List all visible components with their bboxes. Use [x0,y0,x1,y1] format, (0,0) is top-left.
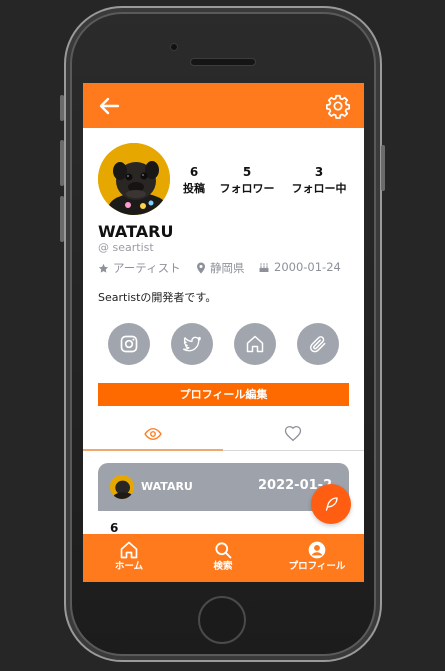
stat-posts-value: 6 [189,165,199,179]
stat-posts-label: 投稿 [183,182,205,195]
stat-posts[interactable]: 6 投稿 [164,165,224,196]
home-icon [120,541,138,559]
bottom-nav-bar: ホーム 検索 プロフィール [83,534,364,582]
active-tab-indicator [83,449,223,451]
tab-liked[interactable] [223,418,363,450]
profile-role-text: アーティスト [113,261,181,275]
post-count: 6 [110,521,119,535]
stat-following-value: 3 [314,165,324,179]
profile-username: WATARU [98,222,174,241]
link-button[interactable] [297,323,339,365]
search-icon [215,542,232,559]
phone-home-button[interactable] [198,596,246,644]
home-icon [246,335,264,353]
account-icon [308,541,326,559]
settings-gear-icon[interactable] [325,93,351,119]
volume-down-button [60,196,64,242]
instagram-icon [120,335,138,353]
nav-profile[interactable]: プロフィール [277,540,357,573]
profile-location-text: 静岡県 [210,261,245,275]
app-screen: 6 投稿 5 フォロワー 3 フォロー中 WATARU @ seartist ア… [83,83,364,582]
mute-switch [60,95,64,121]
tab-viewed[interactable] [83,418,223,450]
edit-profile-button[interactable]: プロフィール編集 [98,383,349,406]
profile-birthday: 2000-01-24 [258,260,341,274]
profile-handle: @ seartist [98,241,154,254]
twitter-icon [183,336,201,352]
profile-bio: Seartistの開発者です。 [98,291,217,304]
star-icon [98,263,109,273]
profile-location: 静岡県 [196,260,245,276]
volume-up-button [60,140,64,186]
stat-followers-value: 5 [242,165,252,179]
stat-following[interactable]: 3 フォロー中 [289,165,349,196]
profile-avatar[interactable] [98,143,170,215]
new-post-button[interactable] [311,484,351,524]
top-app-bar [83,83,364,128]
cake-icon [259,263,269,272]
back-arrow-icon[interactable] [97,94,121,118]
instagram-button[interactable] [108,323,150,365]
pug-photo [98,143,170,215]
stat-followers-label: フォロワー [219,182,275,195]
post-author-avatar [110,475,134,499]
stat-followers[interactable]: 5 フォロワー [217,165,277,196]
front-camera [170,43,178,51]
profile-role: アーティスト [98,260,181,276]
power-button [381,145,385,191]
earpiece-speaker [190,58,256,66]
eye-icon [144,428,162,440]
twitter-button[interactable] [171,323,213,365]
heart-icon [284,426,302,442]
nav-search-label: 検索 [213,561,233,572]
feather-icon [325,497,338,511]
location-pin-icon [197,262,205,274]
profile-birthday-text: 2000-01-24 [274,260,341,274]
nav-home[interactable]: ホーム [89,540,169,573]
nav-search[interactable]: 検索 [183,540,263,573]
nav-home-label: ホーム [114,561,144,572]
paperclip-icon [309,336,326,353]
post-author-name: WATARU [141,480,193,493]
nav-profile-label: プロフィール [288,561,346,572]
website-button[interactable] [234,323,276,365]
tab-divider [223,450,364,451]
stat-following-label: フォロー中 [291,182,347,195]
